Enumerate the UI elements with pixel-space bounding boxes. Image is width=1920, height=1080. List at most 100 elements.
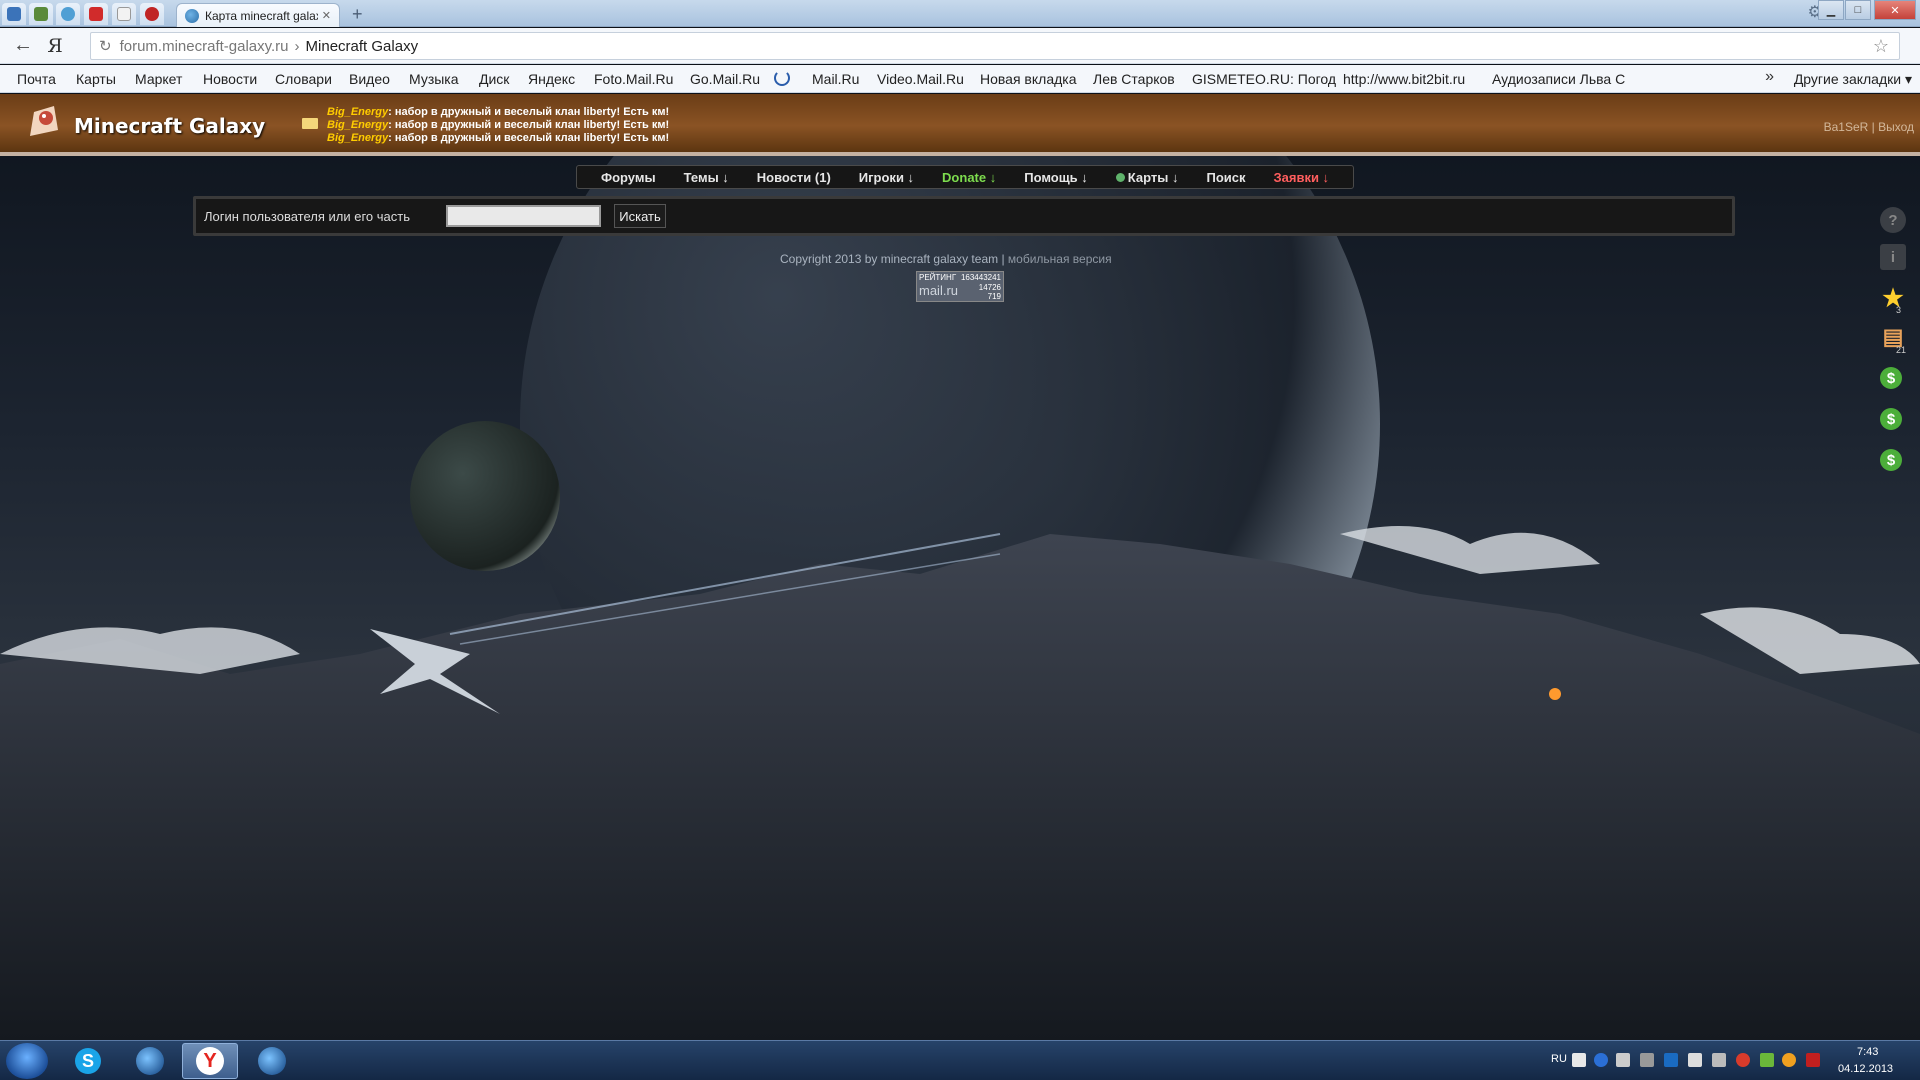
bookmark-item[interactable]: Лев Старков: [1084, 71, 1184, 87]
reload-icon[interactable]: ↻: [99, 37, 112, 55]
bookmark-item[interactable]: Аудиозаписи Льва С: [1483, 71, 1634, 87]
nav-forums[interactable]: Форумы: [587, 170, 670, 185]
pinned-tab[interactable]: [84, 3, 108, 25]
bookmark-item[interactable]: Карты: [67, 71, 125, 87]
tray-icon[interactable]: [1712, 1053, 1726, 1067]
new-tab-button[interactable]: +: [352, 4, 363, 25]
taskbar-app[interactable]: [244, 1043, 300, 1079]
search-label: Логин пользователя или его часть: [204, 208, 410, 224]
star-icon[interactable]: ★: [1880, 285, 1906, 312]
help-tray-icon[interactable]: [1594, 1053, 1608, 1067]
pinned-tab[interactable]: [140, 3, 164, 25]
nav-players[interactable]: Игроки ↓: [845, 170, 928, 185]
bookmark-item[interactable]: Новая вкладка: [971, 71, 1086, 87]
url-page-title: Minecraft Galaxy: [305, 37, 419, 55]
minimize-button[interactable]: ▁: [1818, 0, 1844, 20]
search-button[interactable]: Искать: [614, 204, 666, 228]
bookmark-item[interactable]: Новости: [194, 71, 266, 87]
bookmark-item[interactable]: http://www.bit2bit.ru: [1334, 71, 1474, 87]
nav-news[interactable]: Новости (1): [743, 170, 845, 185]
nav-requests[interactable]: Заявки ↓: [1260, 170, 1344, 185]
tray-icon[interactable]: [1616, 1053, 1630, 1067]
tray-icon[interactable]: [1572, 1053, 1586, 1067]
shout-message: Big_Energy: набор в дружный и веселый кл…: [327, 106, 669, 119]
language-indicator[interactable]: RU: [1551, 1053, 1567, 1065]
bookmark-item[interactable]: Mail.Ru: [803, 71, 868, 87]
close-window-button[interactable]: ✕: [1874, 0, 1916, 20]
bookmark-item[interactable]: Video.Mail.Ru: [868, 71, 973, 87]
clock-time[interactable]: 7:43: [1857, 1046, 1878, 1058]
info-icon[interactable]: i: [1880, 244, 1906, 270]
bookmark-item[interactable]: Почта: [8, 71, 65, 87]
pinned-tab[interactable]: [56, 3, 80, 25]
nvidia-icon[interactable]: [1760, 1053, 1774, 1067]
nav-maps[interactable]: Карты ↓: [1102, 170, 1193, 185]
shout-user[interactable]: Big_Energy: [327, 119, 388, 131]
pinned-tab[interactable]: [112, 3, 136, 25]
shout-user[interactable]: Big_Energy: [327, 106, 388, 118]
nav-topics[interactable]: Темы ↓: [670, 170, 743, 185]
antivirus-icon[interactable]: [1736, 1053, 1750, 1067]
nav-search[interactable]: Поиск: [1192, 170, 1259, 185]
bookmark-item[interactable]: Музыка: [400, 71, 468, 87]
skype-icon: S: [75, 1048, 101, 1074]
nav-help[interactable]: Помощь ↓: [1010, 170, 1102, 185]
other-bookmarks-button[interactable]: Другие закладки ▾: [1794, 71, 1912, 88]
dollar-icon[interactable]: $: [1880, 408, 1902, 430]
minecraft-icon: [34, 7, 48, 21]
shoutbox: Big_Energy: набор в дружный и веселый кл…: [327, 106, 669, 145]
taskbar-skype[interactable]: S: [60, 1043, 116, 1079]
globe-icon: [185, 8, 199, 23]
logo-icon[interactable]: [24, 102, 62, 140]
address-field[interactable]: ↻ forum.minecraft-galaxy.ru › Minecraft …: [90, 32, 1900, 60]
clock-date[interactable]: 04.12.2013: [1838, 1063, 1893, 1075]
bookmarks-bar: Почта Карты Маркет Новости Словари Видео…: [0, 65, 1920, 93]
bookmark-item[interactable]: Диск: [470, 71, 518, 87]
dollar-icon[interactable]: $: [1880, 367, 1902, 389]
bookmark-item[interactable]: Foto.Mail.Ru: [585, 71, 682, 87]
taskbar-app[interactable]: [122, 1043, 178, 1079]
url-domain: forum.minecraft-galaxy.ru: [119, 37, 289, 55]
dollar-icon[interactable]: $: [1880, 449, 1902, 471]
record-icon: [145, 7, 159, 21]
copyright: Copyright 2013 by minecraft galaxy team …: [780, 252, 1112, 266]
star-count: 3: [1896, 305, 1902, 315]
bookmark-item[interactable]: Яндекс: [519, 71, 584, 87]
pinned-tab[interactable]: [2, 3, 26, 25]
volume-icon[interactable]: [1688, 1053, 1702, 1067]
refresh-bookmark-icon[interactable]: [774, 70, 790, 86]
rating-counter[interactable]: РЕЙТИНГ 163443241 14726 719 mail.ru: [916, 271, 1004, 302]
network-icon[interactable]: [1640, 1053, 1654, 1067]
back-arrow-icon[interactable]: ←: [6, 34, 40, 57]
start-button[interactable]: [6, 1043, 48, 1079]
question-icon[interactable]: ?: [1880, 207, 1906, 233]
yandex-icon[interactable]: Я: [40, 35, 70, 57]
site-title[interactable]: Minecraft Galaxy: [74, 114, 265, 138]
mail-icon[interactable]: [302, 118, 318, 129]
active-tab[interactable]: Карта minecraft galaxy ✕: [176, 3, 340, 27]
maximize-button[interactable]: □: [1845, 0, 1871, 20]
user-search-input[interactable]: [446, 205, 601, 227]
bookmark-item[interactable]: GISMETEO.RU: Погод: [1183, 71, 1345, 87]
bookmark-item[interactable]: Маркет: [126, 71, 191, 87]
tray-icon[interactable]: [1782, 1053, 1796, 1067]
windows-taskbar: S Y RU 7:43 04.12.2013: [0, 1040, 1920, 1080]
mobile-version-link[interactable]: мобильная версия: [1008, 252, 1112, 266]
bookmark-item[interactable]: Go.Mail.Ru: [681, 71, 769, 87]
logout-link[interactable]: Выход: [1878, 120, 1914, 134]
fire-shape: [1549, 688, 1561, 700]
counter-value: 719: [987, 292, 1001, 301]
shout-user[interactable]: Big_Energy: [327, 132, 388, 144]
tray-icon[interactable]: [1664, 1053, 1678, 1067]
star-icon[interactable]: ☆: [1873, 36, 1889, 57]
bookmark-item[interactable]: Видео: [340, 71, 399, 87]
adobe-icon[interactable]: [1806, 1053, 1820, 1067]
close-icon[interactable]: ✕: [322, 9, 331, 22]
site-header: Minecraft Galaxy Big_Energy: набор в дру…: [0, 94, 1920, 156]
bookmarks-overflow-button[interactable]: »: [1765, 68, 1774, 86]
username-link[interactable]: Ba1SeR: [1824, 120, 1869, 134]
pinned-tab[interactable]: [29, 3, 53, 25]
taskbar-yandex-browser[interactable]: Y: [182, 1043, 238, 1079]
bookmark-item[interactable]: Словари: [266, 71, 341, 87]
nav-donate[interactable]: Donate ↓: [928, 170, 1010, 185]
